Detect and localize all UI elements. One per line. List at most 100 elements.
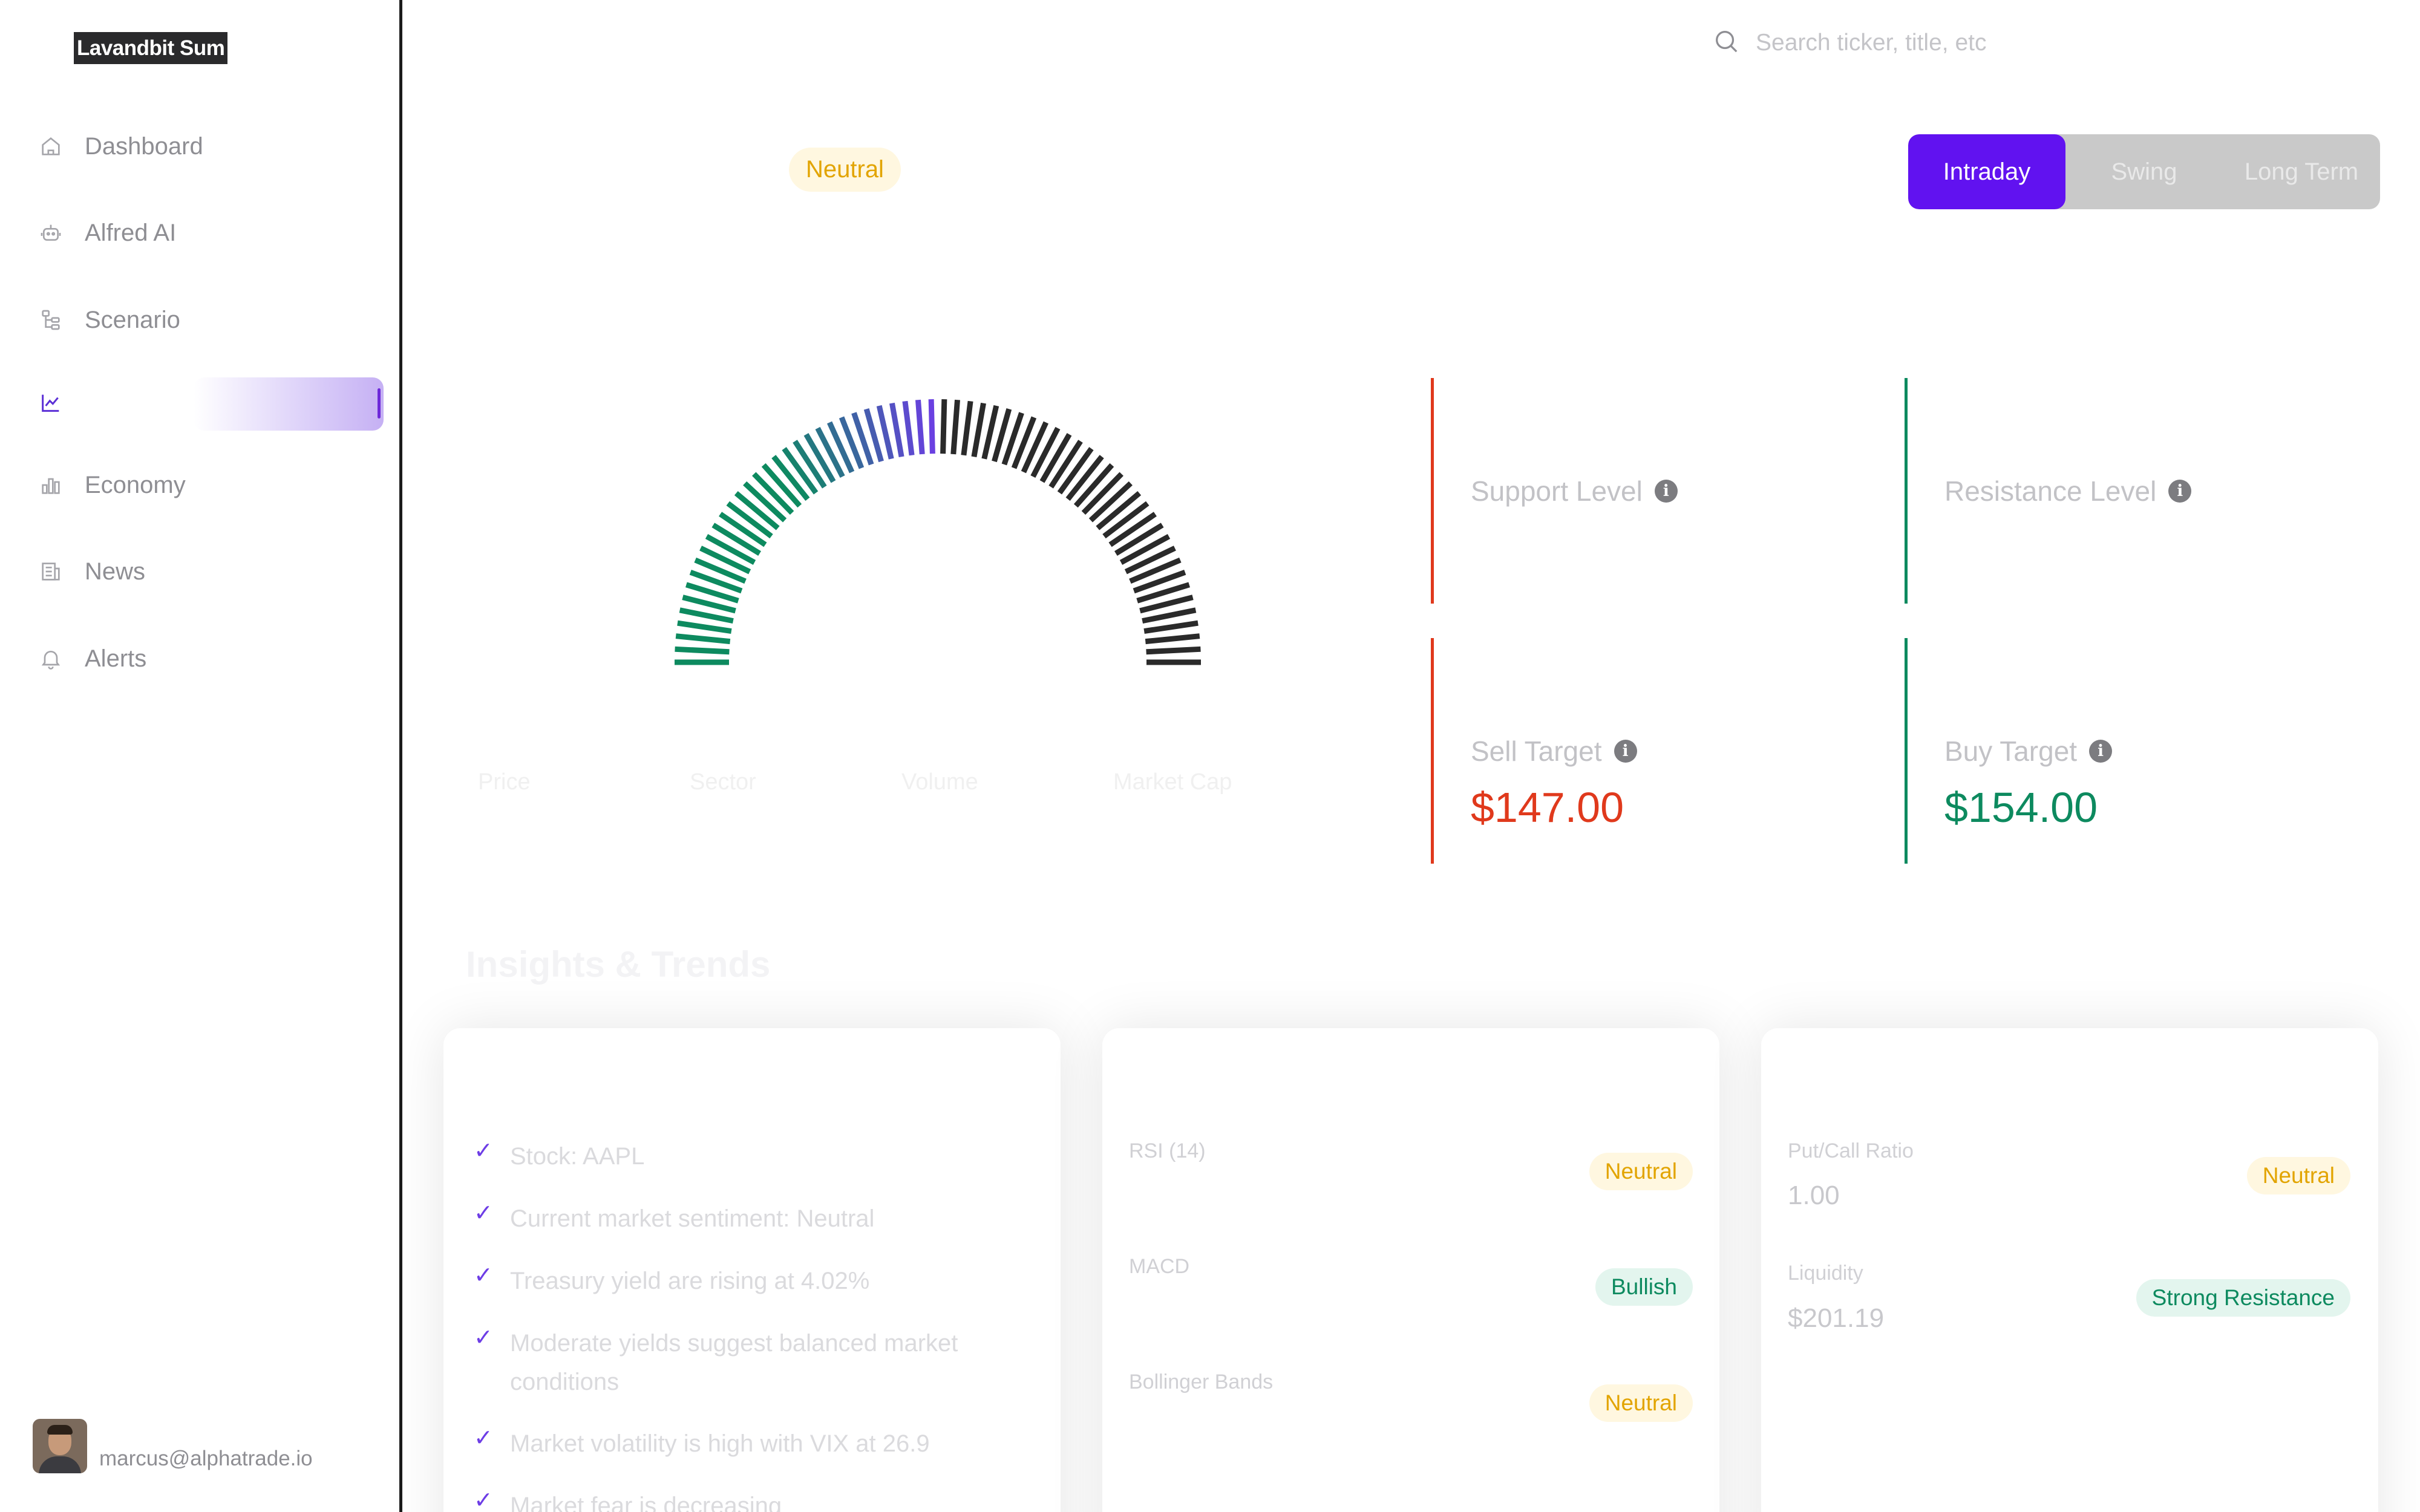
sidebar-item-dashboard[interactable]: Dashboard	[0, 119, 399, 174]
sidebar-item-alerts[interactable]: Alerts	[0, 631, 399, 686]
search-bar[interactable]	[1712, 27, 2179, 58]
brand-logo[interactable]: Lavandbit Sum	[74, 32, 228, 64]
technicals-card: RSI (14) Neutral MACD Bullish Bollinger …	[1102, 1028, 1719, 1512]
support-level-card: Support Level i	[1431, 378, 1830, 604]
sidebar-item-alfred-ai[interactable]: Alfred AI	[0, 205, 399, 261]
section-title: Insights & Trends	[466, 944, 771, 985]
gauge-tick	[940, 399, 947, 454]
sidebar-item-economy[interactable]: Economy	[0, 457, 399, 513]
sell-target-card: Sell Target i $147.00	[1431, 638, 1830, 864]
gauge-tick	[679, 607, 734, 624]
support-level-title: Support Level i	[1471, 475, 1678, 507]
check-icon: ✓	[474, 1325, 493, 1351]
check-icon: ✓	[474, 1263, 493, 1288]
buy-target-title: Buy Target i	[1944, 735, 2113, 767]
rsi-status-badge: Neutral	[1589, 1153, 1693, 1190]
tree-icon	[38, 307, 64, 333]
newspaper-icon	[38, 558, 64, 585]
gauge-tick	[1143, 620, 1199, 634]
gauge-tick	[677, 620, 732, 634]
sidebar-item-news[interactable]: News	[0, 544, 399, 599]
timeframe-swing-button[interactable]: Swing	[2065, 134, 2223, 209]
search-input[interactable]	[1756, 29, 2179, 56]
active-indicator	[378, 388, 381, 419]
sidebar: Lavandbit Sum Dashboard Alfred AI Scenar…	[0, 0, 402, 1512]
list-item: ✓ Market fear is decreasing	[474, 1487, 1006, 1512]
gauge-tick	[675, 633, 731, 645]
list-item: ✓ Current market sentiment: Neutral	[474, 1199, 1006, 1238]
sidebar-item-scenario[interactable]: Scenario	[0, 292, 399, 348]
search-icon	[1712, 27, 1740, 58]
bollinger-label: Bollinger Bands	[1129, 1370, 1274, 1393]
timeframe-long-term-button[interactable]: Long Term	[2223, 134, 2380, 209]
user-email: marcus@alphatrade.io	[99, 1447, 313, 1470]
list-item: ✓ Market volatility is high with VIX at 2…	[474, 1424, 1006, 1463]
put-call-label: Put/Call Ratio	[1788, 1139, 1914, 1162]
avatar[interactable]	[33, 1419, 87, 1473]
home-icon	[38, 133, 64, 160]
sidebar-item-stocks[interactable]	[0, 375, 399, 431]
main-content: Neutral Intraday Swing Long Term Price S…	[405, 0, 2420, 1512]
metric-sector-label: Sector	[690, 769, 756, 795]
gauge-tick	[915, 399, 925, 455]
sell-target-title: Sell Target i	[1471, 735, 1637, 767]
sidebar-item-label: News	[85, 558, 146, 585]
bell-icon	[38, 645, 64, 672]
gauge-tick	[950, 399, 960, 455]
bar-chart-icon	[38, 472, 64, 498]
check-icon: ✓	[474, 1201, 493, 1226]
metric-market-cap-label: Market Cap	[1113, 769, 1232, 795]
sidebar-item-label: Dashboard	[85, 132, 203, 160]
resistance-level-title: Resistance Level i	[1944, 475, 2192, 507]
stock-metrics-row: Price Sector Volume Market Cap	[478, 769, 1325, 795]
sidebar-item-label: Alerts	[85, 645, 147, 672]
gauge-tick	[815, 426, 845, 478]
list-item: ✓ Stock: AAPL	[474, 1137, 1006, 1176]
gauge-tick	[675, 646, 730, 655]
info-icon[interactable]: i	[2168, 480, 2192, 503]
buy-target-value: $154.00	[1944, 784, 2098, 831]
gauge-tick	[1119, 534, 1171, 565]
info-icon[interactable]: i	[2089, 740, 2113, 763]
chart-line-icon	[38, 389, 64, 416]
options-card: Put/Call Ratio 1.00 Neutral Liquidity $2…	[1761, 1028, 2378, 1512]
check-icon: ✓	[474, 1138, 493, 1164]
gauge-tick	[1039, 433, 1072, 483]
active-highlight	[194, 377, 384, 431]
list-item: ✓ Moderate yields suggest balanced market…	[474, 1324, 1006, 1401]
gauge-tick	[971, 402, 986, 458]
timeframe-toggle: Intraday Swing Long Term	[1908, 134, 2380, 209]
put-call-value: 1.00	[1788, 1181, 1840, 1210]
robot-icon	[38, 220, 64, 246]
metric-price-label: Price	[478, 769, 531, 795]
gauge-tick	[1142, 607, 1197, 624]
sidebar-item-label: Alfred AI	[85, 219, 177, 246]
liquidity-status-badge: Strong Resistance	[2136, 1279, 2350, 1317]
buy-target-card: Buy Target i $154.00	[1905, 638, 2304, 864]
liquidity-label: Liquidity	[1788, 1262, 1863, 1285]
macd-status-badge: Bullish	[1595, 1268, 1693, 1306]
info-icon[interactable]: i	[1654, 480, 1678, 503]
bollinger-status-badge: Neutral	[1589, 1384, 1693, 1422]
put-call-status-badge: Neutral	[2246, 1157, 2350, 1194]
info-icon[interactable]: i	[1614, 740, 1637, 763]
sentiment-badge: Neutral	[789, 148, 901, 192]
check-icon: ✓	[474, 1488, 493, 1512]
gauge-tick	[928, 399, 935, 454]
timeframe-intraday-button[interactable]: Intraday	[1908, 134, 2065, 209]
gauge-tick	[1030, 426, 1061, 478]
check-icon: ✓	[474, 1426, 493, 1451]
sell-target-value: $147.00	[1471, 784, 1624, 831]
gauge-tick	[889, 402, 904, 458]
metric-volume-label: Volume	[901, 769, 978, 795]
gauge-tick	[803, 433, 836, 483]
rsi-label: RSI (14)	[1129, 1139, 1206, 1162]
gauge-tick	[961, 400, 973, 456]
list-item: ✓ Treasury yield are rising at 4.02%	[474, 1262, 1006, 1300]
sidebar-item-label: Scenario	[85, 306, 180, 333]
sentiment-gauge	[675, 399, 1201, 665]
gauge-tick	[1145, 633, 1200, 645]
gauge-tick	[705, 534, 756, 565]
sidebar-item-label: Economy	[85, 471, 186, 498]
user-profile[interactable]: marcus@alphatrade.io	[33, 1419, 313, 1473]
